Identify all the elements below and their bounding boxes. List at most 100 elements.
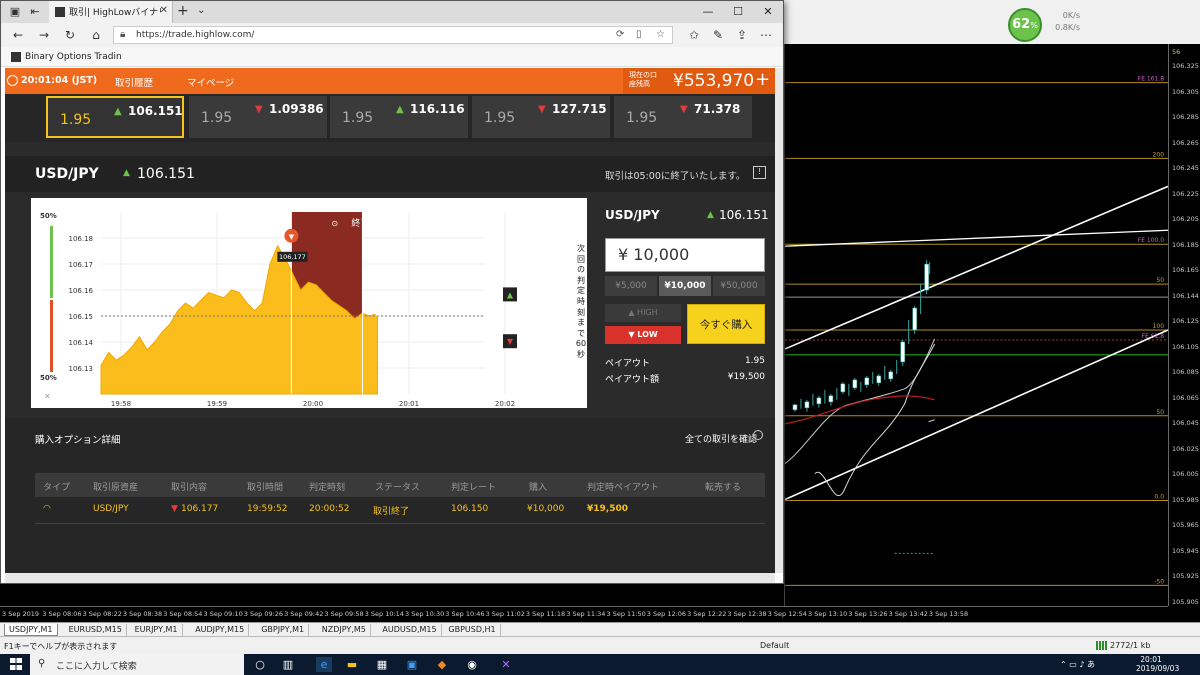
share-icon[interactable]: ⇪ xyxy=(733,26,751,44)
time-axis-label: 3 Sep 08:38 xyxy=(122,610,163,618)
reading-view-icon[interactable]: ▯ xyxy=(636,29,642,40)
down-arrow-icon: ▼ xyxy=(255,104,263,115)
minimize-icon[interactable]: — xyxy=(693,3,723,21)
amount-input[interactable]: ¥ 10,000 xyxy=(605,238,765,272)
home-icon[interactable]: ⌂ xyxy=(87,26,105,44)
notes-icon[interactable]: ✎ xyxy=(709,26,727,44)
asset-card[interactable]: 1.95 ▲ 106.151 xyxy=(46,96,184,138)
tab-manager-icon[interactable]: ▣ xyxy=(7,4,23,20)
fib-level-label: FE 61.8 xyxy=(1142,333,1165,340)
deposit-plus-icon[interactable]: + xyxy=(755,69,770,90)
down-arrow-icon: ▼ xyxy=(538,104,546,115)
tab-back-icon[interactable]: ⇤ xyxy=(27,4,43,20)
preset-10000[interactable]: ¥10,000 xyxy=(659,276,711,296)
cell-status: 取引終了 xyxy=(373,507,410,517)
asset-card[interactable]: 1.95 ▼ 127.715 xyxy=(472,96,610,138)
up-arrow-icon: ▲ xyxy=(114,106,122,117)
menu-my-page[interactable]: マイページ xyxy=(187,75,234,89)
browser-tab-bar: ▣ ⇤ 取引| HighLowバイナリーオ ✕ + ⌄ — ☐ ✕ xyxy=(1,1,783,23)
app-icon[interactable]: ▣ xyxy=(404,657,420,672)
time-axis-label: 3 Sep 09:58 xyxy=(324,610,364,618)
status-traffic: 2772/1 kb xyxy=(1110,641,1151,650)
refresh-icon[interactable]: ↻ xyxy=(61,26,79,44)
asset-card[interactable]: 1.95 ▼ 71.378 xyxy=(614,96,752,138)
edge-icon[interactable]: e xyxy=(316,657,332,672)
windows-start-icon[interactable] xyxy=(10,658,22,670)
back-icon[interactable]: ← xyxy=(9,26,27,44)
close-icon[interactable]: ✕ xyxy=(753,3,783,21)
low-button[interactable]: ▼ LOW xyxy=(605,326,681,344)
chevron-down-icon[interactable]: ⌄ xyxy=(197,5,205,16)
tab-close-icon[interactable]: ✕ xyxy=(160,5,168,16)
app-icon[interactable]: ◆ xyxy=(434,657,450,672)
info-icon[interactable]: ! xyxy=(753,166,766,179)
price-axis-label: 106.085 xyxy=(1172,368,1199,376)
symbol-tab[interactable]: AUDUSD,M15 xyxy=(378,624,442,636)
symbol-tab[interactable]: USDJPY,M1 xyxy=(4,624,58,636)
next-expiry-countdown: 次回の判定時刻まで60秒 xyxy=(575,244,587,359)
taskbar-clock[interactable]: 20:01 2019/09/03 xyxy=(1136,655,1179,673)
cortana-icon[interactable]: ○ xyxy=(252,657,268,672)
mt4-title-bar: — ❐ ✕ xyxy=(784,0,1200,44)
asset-payout: 1.95 xyxy=(484,110,516,126)
favorites-icon[interactable]: ✩ xyxy=(685,26,703,44)
expiry-label: 終了 xyxy=(351,217,369,229)
up-arrow-icon: ▲ xyxy=(507,290,514,299)
time-axis-label: 3 Sep 13:42 xyxy=(888,610,928,618)
task-view-icon[interactable]: ▥ xyxy=(280,657,296,672)
trade-chart[interactable]: 19:58 19:59 20:00 20:01 20:02 106.18 106.17 106… xyxy=(31,198,587,408)
time-axis-label: 3 Sep 10:14 xyxy=(364,610,404,618)
taskbar-search-placeholder: ここに入力して検索 xyxy=(56,662,137,672)
new-tab-icon[interactable]: + xyxy=(177,3,189,19)
asset-card[interactable]: 1.95 ▼ 1.09386 xyxy=(189,96,327,138)
store-icon[interactable]: ▦ xyxy=(374,657,390,672)
order-rate: 106.151 xyxy=(719,208,769,222)
favorite-link[interactable]: Binary Options Tradin xyxy=(25,52,122,62)
view-all-trades-link[interactable]: 全ての取引を確認 xyxy=(685,432,757,445)
period-label: 56 xyxy=(1172,48,1181,56)
fib-level-label: 50 xyxy=(1156,409,1164,416)
more-icon[interactable]: ⋯ xyxy=(757,26,775,44)
asset-payout: 1.95 xyxy=(626,110,658,126)
horizontal-scrollbar[interactable] xyxy=(5,573,775,583)
highlow-page: 20:01:04 (JST) 取引履歴 マイページ 現在の口座残高 ¥553,9… xyxy=(5,68,775,573)
time-axis-label: 3 Sep 12:38 xyxy=(727,610,767,618)
vertical-scrollbar[interactable] xyxy=(775,68,783,573)
app-icon[interactable]: ✕ xyxy=(498,657,514,672)
th-type: タイプ xyxy=(43,483,71,493)
search-icon[interactable] xyxy=(753,430,763,440)
preset-5000[interactable]: ¥5,000 xyxy=(605,276,657,296)
buy-now-button[interactable]: 今すぐ購入 xyxy=(687,304,765,344)
time-axis-label: 3 Sep 13:10 xyxy=(808,610,848,618)
preset-50000[interactable]: ¥50,000 xyxy=(713,276,765,296)
symbol-tab[interactable]: NZDJPY,M5 xyxy=(318,624,371,636)
app-icon[interactable]: ◉ xyxy=(464,657,480,672)
asset-card[interactable]: 1.95 ▲ 116.116 xyxy=(330,96,468,138)
asset-payout: 1.95 xyxy=(60,112,92,128)
file-explorer-icon[interactable]: ▬ xyxy=(344,657,360,672)
mt4-price-chart[interactable]: FE 161.8 200 FE 100.0 50 100 FE 61.8 50 0.0 -50 xyxy=(784,44,1168,606)
forward-icon[interactable]: → xyxy=(35,26,53,44)
extension-icon[interactable]: ⟳ xyxy=(616,29,624,40)
favorite-star-icon[interactable]: ☆ xyxy=(656,29,665,40)
address-bar[interactable]: 🔒︎ https://trade.highlow.com/ ⟳ ▯ ☆ xyxy=(113,26,673,44)
symbol-tab[interactable]: EURUSD,M15 xyxy=(65,624,127,636)
highlow-favicon-icon xyxy=(55,7,65,17)
maximize-icon[interactable]: ☐ xyxy=(723,3,753,21)
pair-rate: 106.151 xyxy=(137,166,195,182)
time-axis-label: 3 Sep 10:46 xyxy=(445,610,485,618)
symbol-tab[interactable]: EURJPY,M1 xyxy=(131,624,183,636)
price-axis-label: 106.105 xyxy=(1172,342,1199,351)
browser-tab[interactable]: 取引| HighLowバイナリーオ ✕ xyxy=(49,1,173,23)
up-arrow-icon: ▲ xyxy=(396,104,404,115)
symbol-tab[interactable]: GBPUSD,H1 xyxy=(444,624,501,636)
symbol-tab[interactable]: AUDJPY,M15 xyxy=(191,624,250,636)
symbol-tab[interactable]: GBPJPY,M1 xyxy=(257,624,310,636)
high-button[interactable]: ▲ HIGH xyxy=(605,304,681,322)
price-axis-label: 105.905 xyxy=(1172,597,1199,606)
clock-icon: ⊙ xyxy=(331,219,338,228)
taskbar-search[interactable]: ⚲ ここに入力して検索 xyxy=(30,654,244,675)
down-arrow-icon: ▼ xyxy=(680,104,688,115)
menu-trade-history[interactable]: 取引履歴 xyxy=(115,75,153,89)
system-tray[interactable]: ⌃ ▭ ♪ あ xyxy=(1060,659,1095,670)
